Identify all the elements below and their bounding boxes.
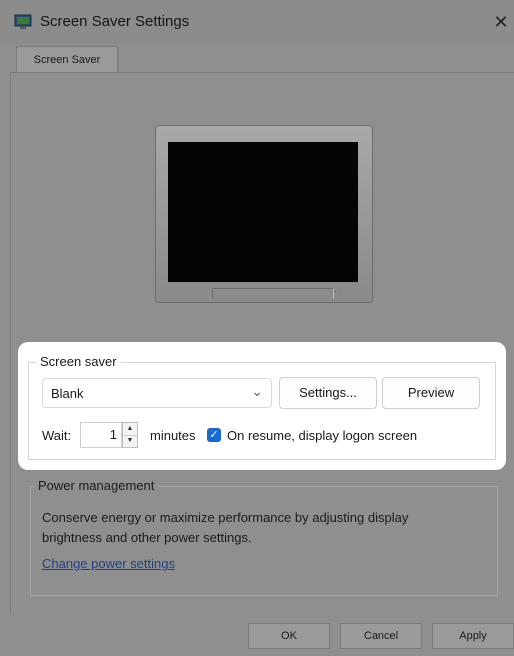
wait-label: Wait:: [42, 428, 72, 443]
wait-minutes-input[interactable]: 1: [80, 422, 122, 448]
monitor-app-icon: [14, 14, 32, 29]
resume-logon-label[interactable]: On resume, display logon screen: [227, 428, 417, 443]
spin-down-arrow-icon[interactable]: ▼: [123, 435, 137, 447]
tab-strip: Screen Saver: [10, 44, 514, 73]
minutes-label: minutes: [150, 428, 196, 443]
window-title: Screen Saver Settings: [40, 13, 190, 30]
power-management-description: Conserve energy or maximize performance …: [42, 510, 409, 545]
screen-saver-selected: Blank: [51, 386, 84, 401]
preview-button[interactable]: Preview: [382, 377, 480, 409]
screen-saver-group-label: Screen saver: [36, 354, 121, 369]
power-led-icon: ·◌: [333, 286, 342, 296]
cancel-button[interactable]: Cancel: [340, 623, 422, 649]
resume-logon-checkbox[interactable]: ✓: [207, 428, 221, 442]
monitor-screen: [168, 142, 358, 282]
close-icon[interactable]: ✕: [488, 8, 514, 36]
screen-saver-group: Screen saver Blank ⌄ Settings... Preview…: [18, 342, 506, 470]
wait-spinner: ▲ ▼: [122, 422, 138, 448]
apply-button[interactable]: Apply: [432, 623, 514, 649]
title-bar: Screen Saver Settings ✕: [0, 0, 514, 44]
power-management-group-label: Power management: [34, 478, 159, 493]
change-power-settings-link[interactable]: Change power settings: [42, 556, 175, 571]
settings-button[interactable]: Settings...: [279, 377, 377, 409]
screen-saver-dropdown[interactable]: Blank ⌄: [42, 378, 272, 408]
monitor-bezel-bottom: [212, 288, 334, 299]
chevron-down-icon: ⌄: [251, 383, 263, 399]
monitor-preview: ·◌: [155, 125, 373, 303]
ok-button[interactable]: OK: [248, 623, 330, 649]
tab-screen-saver[interactable]: Screen Saver: [16, 46, 118, 73]
